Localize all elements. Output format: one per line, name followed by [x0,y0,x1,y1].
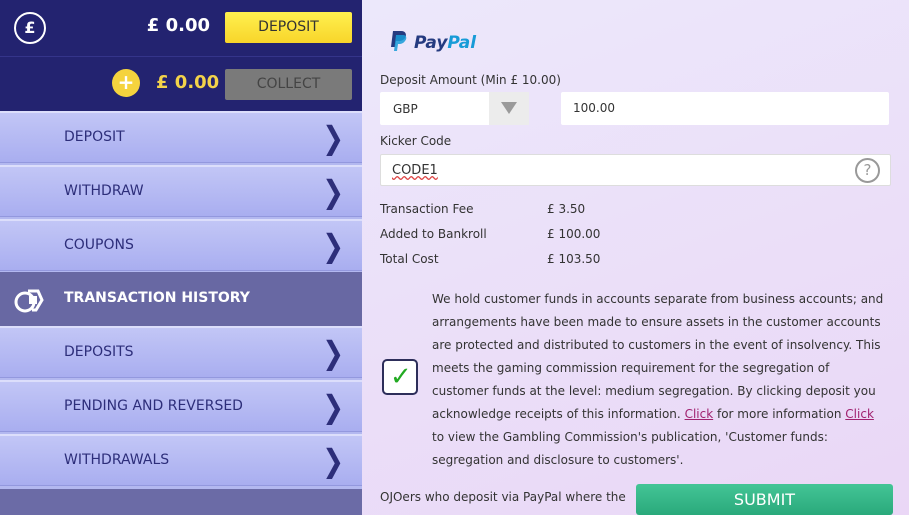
kicker-code-label: Kicker Code [380,134,452,148]
menu-item-label: WITHDRAW [64,183,144,199]
bonus-header: + £ 0.00 COLLECT [0,56,362,111]
main-balance: £ 0.00 [146,15,210,36]
acknowledge-checkbox[interactable]: ✓ [382,359,418,395]
paypal-text-pay: Pay [414,33,448,53]
deposit-form-panel: PayPal Deposit Amount (Min £ 10.00) GBP … [362,0,909,515]
paypal-note: OJOers who deposit via PayPal where the [380,490,626,504]
balance-header: £ £ 0.00 DEPOSIT [0,0,362,56]
amount-input[interactable]: 100.00 [561,92,889,125]
help-icon[interactable]: ? [855,158,880,183]
transaction-history-header: TRANSACTION HISTORY [0,272,362,326]
chevron-right-icon: ❯ [322,336,344,372]
account-sidebar: £ £ 0.00 DEPOSIT + £ 0.00 COLLECT DEPOSI… [0,0,362,515]
disclaimer-text: to view the Gambling Commission's public… [432,430,828,467]
segregation-disclaimer: We hold customer funds in accounts separ… [432,288,887,472]
chevron-right-icon: ❯ [322,444,344,480]
menu-item-label: PENDING AND REVERSED [64,398,243,414]
section-title: TRANSACTION HISTORY [64,290,250,306]
sidebar-footer [0,489,362,515]
kicker-code-input[interactable]: CODE1 ? [380,154,891,186]
chevron-right-icon: ❯ [322,121,344,157]
menu-item-label: COUPONS [64,237,134,253]
submit-button[interactable]: SUBMIT [636,484,893,515]
transaction-fee-value: £ 3.50 [547,202,586,216]
currency-value: GBP [393,102,418,116]
deposit-amount-label: Deposit Amount (Min £ 10.00) [380,73,561,87]
chevron-right-icon: ❯ [322,175,344,211]
chevron-right-icon: ❯ [322,229,344,265]
pound-coin-icon: £ [14,12,46,44]
check-icon: ✓ [390,362,412,392]
paypal-logo: PayPal [390,30,476,53]
chevron-right-icon: ❯ [322,390,344,426]
menu-item-deposit[interactable]: DEPOSIT ❯ [0,111,362,163]
menu-item-pending-and-reversed[interactable]: PENDING AND REVERSED ❯ [0,380,362,432]
menu-item-label: DEPOSIT [64,129,125,145]
bonus-balance: £ 0.00 [156,72,220,93]
disclaimer-text: We hold customer funds in accounts separ… [432,292,884,421]
collect-button[interactable]: COLLECT [225,69,352,100]
total-cost-label: Total Cost [380,252,439,266]
kicker-code-value: CODE1 [392,163,438,178]
deposit-button[interactable]: DEPOSIT [225,12,352,43]
added-to-bankroll-label: Added to Bankroll [380,227,487,241]
total-cost-value: £ 103.50 [547,252,601,266]
menu-item-label: DEPOSITS [64,344,134,360]
gambling-commission-link[interactable]: Click [845,407,874,421]
coins-icon [14,289,44,313]
disclaimer-text: for more information [716,407,842,421]
paypal-icon [391,31,407,51]
triangle-down-icon [489,92,529,125]
menu-item-withdrawals[interactable]: WITHDRAWALS ❯ [0,434,362,486]
paypal-text-pal: Pal [447,33,477,53]
plus-coin-icon: + [112,69,140,97]
more-info-link[interactable]: Click [685,407,714,421]
menu-item-label: WITHDRAWALS [64,452,170,468]
menu-item-coupons[interactable]: COUPONS ❯ [0,219,362,271]
transaction-fee-label: Transaction Fee [380,202,474,216]
currency-select[interactable]: GBP [380,92,529,125]
menu-item-deposits[interactable]: DEPOSITS ❯ [0,326,362,378]
menu-item-withdraw[interactable]: WITHDRAW ❯ [0,165,362,217]
added-to-bankroll-value: £ 100.00 [547,227,601,241]
